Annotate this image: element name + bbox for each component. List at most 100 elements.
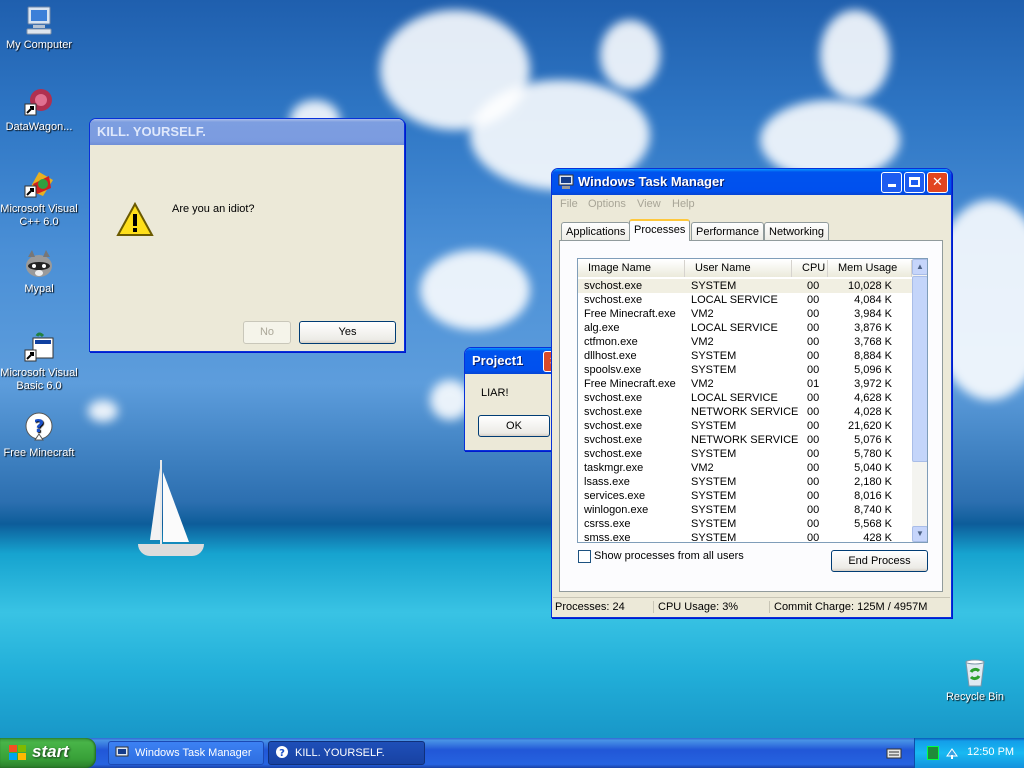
process-user-name: VM2	[691, 336, 714, 348]
show-all-users-checkbox[interactable]	[578, 550, 591, 563]
process-cpu: 00	[807, 406, 820, 418]
process-mem-usage: 5,568 K	[854, 518, 892, 530]
dialog-title: Project1	[472, 353, 524, 368]
taskbar-item-kill-yourself[interactable]: ? KILL. YOURSELF.	[268, 741, 425, 765]
process-cpu: 00	[807, 350, 820, 362]
desktop: My Computer DataWagon... Microsoft Visua…	[0, 0, 1024, 738]
task-manager-title: Windows Task Manager	[578, 174, 725, 189]
process-row[interactable]: svchost.exe SYSTEM 00 21,620 K	[578, 419, 912, 433]
process-row[interactable]: smss.exe SYSTEM 00 428 K	[578, 531, 912, 543]
tab-performance[interactable]: Performance	[691, 222, 764, 241]
process-image-name: csrss.exe	[584, 518, 631, 530]
tab-applications[interactable]: Applications	[561, 222, 631, 241]
process-row[interactable]: Free Minecraft.exe VM2 00 3,984 K	[578, 307, 912, 321]
process-row[interactable]: svchost.exe SYSTEM 00 10,028 K	[578, 279, 912, 293]
process-row[interactable]: lsass.exe SYSTEM 00 2,180 K	[578, 475, 912, 489]
process-row[interactable]: alg.exe LOCAL SERVICE 00 3,876 K	[578, 321, 912, 335]
task-manager-icon	[115, 746, 129, 760]
question-icon: ?	[275, 746, 289, 760]
process-row[interactable]: csrss.exe SYSTEM 00 5,568 K	[578, 517, 912, 531]
maximize-button[interactable]	[904, 172, 925, 193]
process-image-name: svchost.exe	[584, 280, 643, 292]
menu-file[interactable]: File	[560, 198, 578, 210]
process-user-name: VM2	[691, 462, 714, 474]
process-image-name: svchost.exe	[584, 434, 643, 446]
column-cpu[interactable]: CPU	[792, 260, 828, 277]
ok-button[interactable]: OK	[478, 415, 550, 437]
end-process-button[interactable]: End Process	[831, 550, 928, 572]
status-processes: Processes: 24	[555, 601, 625, 613]
column-user-name[interactable]: User Name	[685, 260, 792, 277]
tab-networking[interactable]: Networking	[764, 222, 830, 241]
windows-logo-icon	[9, 745, 27, 762]
start-button[interactable]: start	[0, 738, 96, 768]
close-button[interactable]: ✕	[927, 172, 948, 193]
yes-button[interactable]: Yes	[299, 321, 396, 344]
desktop-icon-mypal[interactable]: Mypal	[0, 248, 78, 296]
process-row[interactable]: services.exe SYSTEM 00 8,016 K	[578, 489, 912, 503]
dialog-message: LIAR!	[481, 387, 509, 399]
question-icon: ?	[23, 412, 55, 444]
process-mem-usage: 4,028 K	[854, 406, 892, 418]
process-row[interactable]: taskmgr.exe VM2 00 5,040 K	[578, 461, 912, 475]
column-image-name[interactable]: Image Name	[578, 260, 685, 277]
process-cpu: 00	[807, 308, 820, 320]
taskbar-item-task-manager[interactable]: Windows Task Manager	[108, 741, 264, 765]
process-mem-usage: 4,628 K	[854, 392, 892, 404]
no-button[interactable]: No	[243, 321, 291, 344]
process-row[interactable]: svchost.exe LOCAL SERVICE 00 4,628 K	[578, 391, 912, 405]
scroll-thumb[interactable]	[912, 276, 927, 462]
visual-cpp-icon	[23, 168, 55, 200]
process-mem-usage: 4,084 K	[854, 294, 892, 306]
scroll-down-button[interactable]: ▼	[912, 526, 927, 542]
process-cpu: 00	[807, 364, 820, 376]
process-cpu: 00	[807, 532, 820, 543]
process-user-name: SYSTEM	[691, 350, 737, 362]
process-row[interactable]: svchost.exe LOCAL SERVICE 00 4,084 K	[578, 293, 912, 307]
process-row[interactable]: ctfmon.exe VM2 00 3,768 K	[578, 335, 912, 349]
process-image-name: smss.exe	[584, 532, 631, 543]
dialog-message: Are you an idiot?	[172, 203, 255, 215]
process-row[interactable]: dllhost.exe SYSTEM 00 8,884 K	[578, 349, 912, 363]
safely-remove-icon[interactable]	[945, 746, 959, 760]
menu-options[interactable]: Options	[588, 198, 626, 210]
keyboard-icon[interactable]	[886, 746, 902, 760]
process-user-name: SYSTEM	[691, 448, 737, 460]
tab-processes[interactable]: Processes	[629, 219, 691, 241]
tray-app-icon[interactable]	[927, 746, 939, 760]
process-row[interactable]: spoolsv.exe SYSTEM 00 5,096 K	[578, 363, 912, 377]
desktop-icon-visual-basic[interactable]: Microsoft Visual Basic 6.0	[0, 332, 78, 393]
scrollbar[interactable]: ▲ ▼	[912, 259, 927, 542]
process-row[interactable]: winlogon.exe SYSTEM 00 8,740 K	[578, 503, 912, 517]
process-image-name: svchost.exe	[584, 392, 643, 404]
process-row[interactable]: svchost.exe SYSTEM 00 5,780 K	[578, 447, 912, 461]
dialog-title-bar[interactable]: KILL. YOURSELF.	[90, 119, 404, 145]
process-cpu: 00	[807, 294, 820, 306]
process-row[interactable]: Free Minecraft.exe VM2 01 3,972 K	[578, 377, 912, 391]
desktop-icon-visual-cpp[interactable]: Microsoft Visual C++ 6.0	[0, 168, 78, 229]
process-list[interactable]: Image Name User Name CPU Mem Usage svcho…	[577, 258, 928, 543]
process-user-name: NETWORK SERVICE	[691, 406, 799, 418]
start-label: start	[32, 742, 69, 761]
menu-help[interactable]: Help	[672, 198, 695, 210]
minimize-button[interactable]	[881, 172, 902, 193]
process-mem-usage: 8,016 K	[854, 490, 892, 502]
menu-view[interactable]: View	[637, 198, 661, 210]
process-image-name: ctfmon.exe	[584, 336, 638, 348]
scroll-up-button[interactable]: ▲	[912, 259, 927, 275]
process-cpu: 00	[807, 462, 820, 474]
column-mem-usage[interactable]: Mem Usage	[828, 260, 912, 277]
desktop-icon-free-minecraft[interactable]: ? Free Minecraft	[0, 412, 78, 460]
process-cpu: 00	[807, 518, 820, 530]
desktop-icon-recycle-bin[interactable]: Recycle Bin	[936, 656, 1014, 704]
warning-icon	[116, 201, 154, 239]
process-user-name: SYSTEM	[691, 490, 737, 502]
desktop-icon-datawagon[interactable]: DataWagon...	[0, 86, 78, 134]
process-row[interactable]: svchost.exe NETWORK SERVICE 00 4,028 K	[578, 405, 912, 419]
project1-dialog[interactable]: Project1 × LIAR! OK	[464, 347, 564, 451]
desktop-icon-my-computer[interactable]: My Computer	[0, 4, 78, 52]
raccoon-icon	[23, 248, 55, 280]
process-row[interactable]: svchost.exe NETWORK SERVICE 00 5,076 K	[578, 433, 912, 447]
process-user-name: LOCAL SERVICE	[691, 294, 778, 306]
kill-yourself-dialog[interactable]: KILL. YOURSELF. Are you an idiot? No Yes	[89, 118, 405, 352]
